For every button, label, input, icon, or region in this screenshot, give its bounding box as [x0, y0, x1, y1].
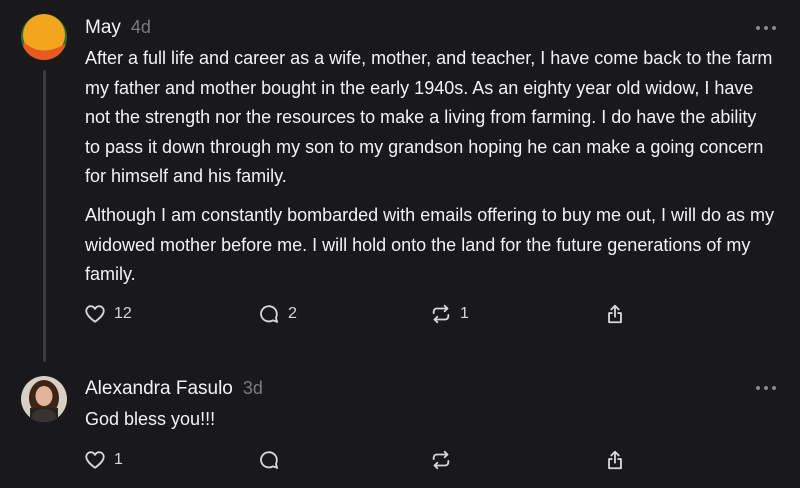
share-icon [608, 450, 622, 470]
share-button[interactable] [604, 449, 626, 471]
like-button[interactable]: 12 [84, 303, 132, 325]
share-button[interactable] [604, 303, 626, 325]
comment-bubble-icon [260, 451, 278, 469]
author-name[interactable]: May [85, 17, 121, 39]
heart-icon [85, 451, 105, 469]
comment-count: 2 [288, 305, 297, 322]
post-actions: 12 2 1 [84, 303, 644, 329]
comment-button[interactable] [258, 449, 288, 471]
share-icon [608, 304, 622, 324]
avatar-alexandra-image [21, 376, 67, 422]
post-time[interactable]: 4d [131, 17, 151, 38]
repost-icon [432, 304, 450, 324]
like-count: 12 [114, 305, 132, 322]
avatar-alexandra[interactable] [21, 376, 67, 422]
more-dots-icon [756, 26, 760, 30]
repost-button[interactable]: 1 [430, 303, 469, 325]
post-paragraph-1: After a full life and career as a wife, … [85, 48, 773, 187]
post-time[interactable]: 3d [243, 378, 263, 399]
comment-button[interactable]: 2 [258, 303, 297, 325]
post-header: May 4d [85, 17, 151, 39]
like-count: 1 [114, 451, 123, 468]
more-options-button[interactable] [756, 23, 776, 33]
repost-button[interactable] [430, 449, 460, 471]
like-button[interactable]: 1 [84, 449, 123, 471]
avatar-may-image [21, 14, 67, 60]
post-actions: 1 [84, 449, 644, 475]
more-options-button[interactable] [756, 383, 776, 393]
post-paragraph-2: Although I am constantly bombarded with … [85, 205, 775, 285]
post-header: Alexandra Fasulo 3d [85, 378, 263, 400]
repost-count: 1 [460, 305, 469, 322]
post-text: God bless you!!! [85, 409, 216, 429]
author-name[interactable]: Alexandra Fasulo [85, 378, 233, 400]
repost-icon [432, 450, 450, 470]
thread-connector-line [43, 70, 46, 362]
more-dots-icon [756, 386, 760, 390]
comment-bubble-icon [260, 305, 278, 323]
heart-icon [85, 305, 105, 323]
avatar-may[interactable] [21, 14, 67, 60]
